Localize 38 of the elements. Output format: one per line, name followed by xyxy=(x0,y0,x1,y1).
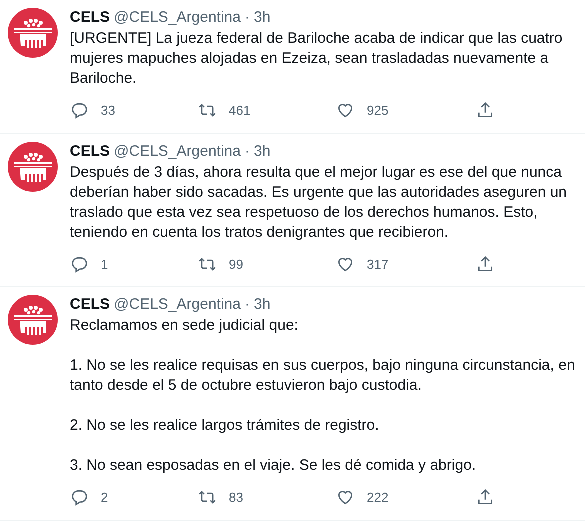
author-name[interactable]: CELS xyxy=(70,142,110,162)
tweet-text: Reclamamos en sede judicial que: xyxy=(70,316,300,336)
tweet-time[interactable]: 3h xyxy=(254,295,271,315)
reply-icon[interactable] xyxy=(70,254,89,274)
separator-dot: · xyxy=(244,142,250,162)
author-handle[interactable]: @CELS_Argentina xyxy=(114,142,241,162)
tweet-time[interactable]: 3h xyxy=(254,142,271,162)
tweet-text: Después de 3 días, ahora resulta que el mejor lugar es ese del que nunca deberían haber sido sacadas. Es urgente que las autoridades aseguren un traslado que esta vez sea respetuoso de los derechos humanos. Esto, teniendo en cuenta los tratos denigrantes que recibieron. xyxy=(70,162,568,242)
tweet-time[interactable]: 3h xyxy=(254,8,271,28)
author-handle[interactable]: @CELS_Argentina xyxy=(114,8,241,28)
retweet-count: 83 xyxy=(229,489,244,507)
reply-icon[interactable] xyxy=(70,488,89,508)
retweet-count: 99 xyxy=(229,256,244,274)
share-icon[interactable] xyxy=(476,488,495,508)
author-name[interactable]: CELS xyxy=(70,8,110,28)
reply-count: 1 xyxy=(101,256,108,274)
separator-dot: · xyxy=(244,295,250,315)
separator-dot: · xyxy=(244,8,250,28)
reply-icon[interactable] xyxy=(70,101,89,120)
like-count: 222 xyxy=(367,489,389,507)
reply-count: 2 xyxy=(101,489,108,507)
tweet-text: 1. No se les realice requisas en sus cuerpos, bajo ninguna circunstancia, en tanto desde el 5 de octubre estuvieron bajo custodia. xyxy=(70,356,576,396)
author-name[interactable]: CELS xyxy=(70,295,110,315)
author-handle[interactable]: @CELS_Argentina xyxy=(114,295,241,315)
heart-icon[interactable] xyxy=(336,488,355,508)
tweet-text: 2. No se les realice largos trámites de registro. xyxy=(70,416,380,436)
retweet-count: 461 xyxy=(229,102,251,120)
reply-count: 33 xyxy=(101,102,116,120)
heart-icon[interactable] xyxy=(336,101,355,120)
tweet-text: [URGENTE] La jueza federal de Bariloche acaba de indicar que las cuatro mujeres mapuches alojadas en Ezeiza, sean trasladadas nuevamente a Bariloche. xyxy=(70,29,564,89)
avatar-logo[interactable] xyxy=(8,295,58,345)
avatar-logo[interactable] xyxy=(8,142,58,192)
like-count: 925 xyxy=(367,102,389,120)
like-count: 317 xyxy=(367,256,389,274)
avatar-logo[interactable] xyxy=(8,8,58,58)
share-icon[interactable] xyxy=(476,254,495,274)
share-icon[interactable] xyxy=(476,101,495,120)
tweet-text: 3. No sean esposadas en el viaje. Se les dé comida y abrigo. xyxy=(70,456,478,476)
